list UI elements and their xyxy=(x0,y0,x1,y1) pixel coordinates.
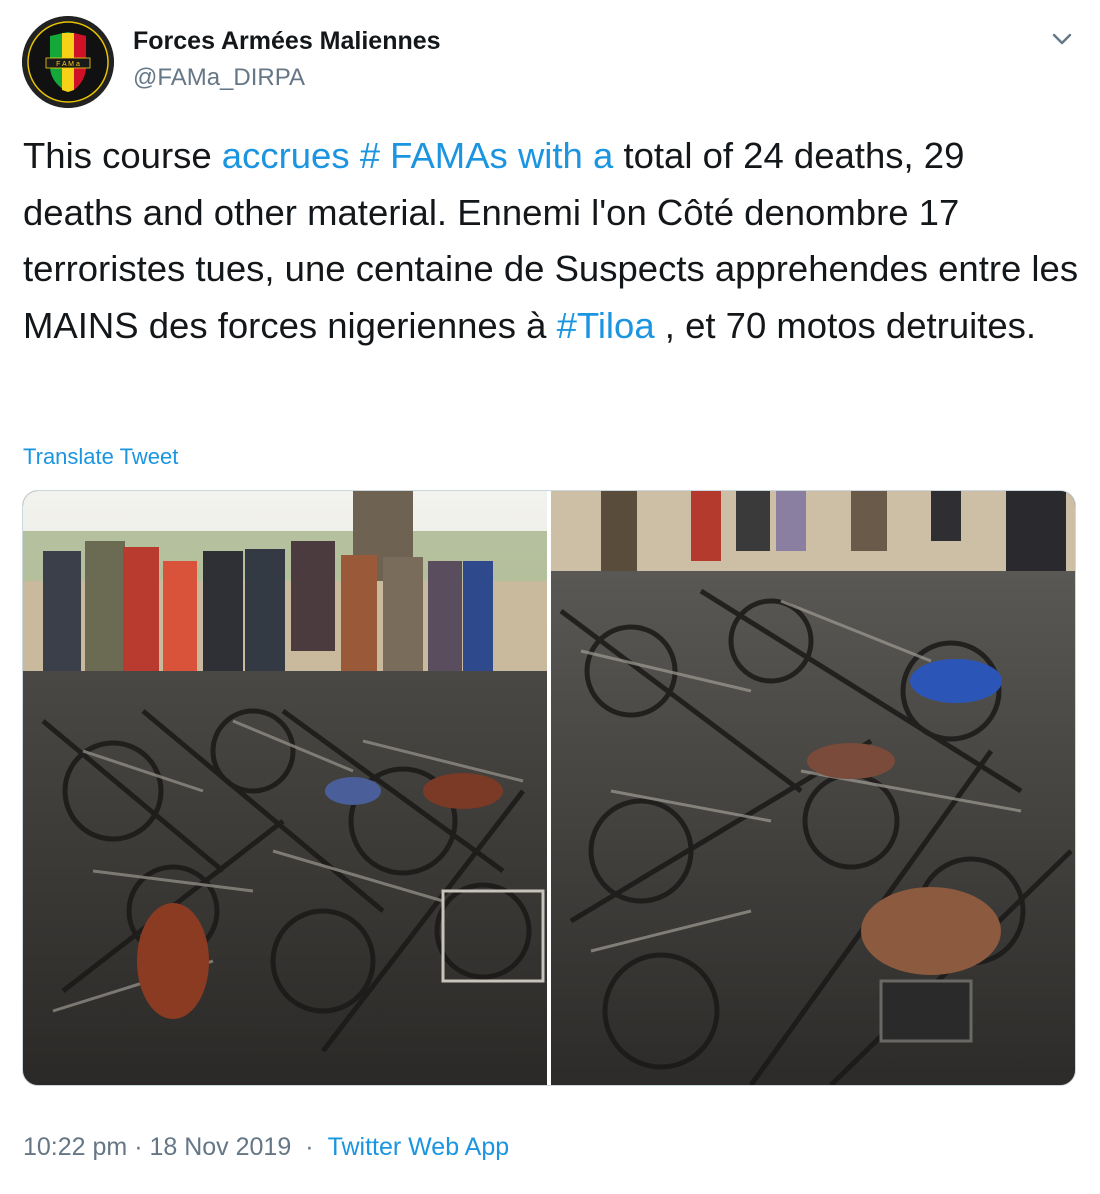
author-display-name[interactable]: Forces Armées Maliennes xyxy=(133,27,441,56)
text-segment: This course xyxy=(23,135,222,176)
tweet-source-link[interactable]: Twitter Web App xyxy=(328,1133,510,1161)
fama-logo: F A M a xyxy=(22,16,114,108)
tweet-time[interactable]: 10:22 pm xyxy=(23,1133,127,1161)
tweet-date[interactable]: 18 Nov 2019 xyxy=(149,1133,291,1161)
translate-tweet-link[interactable]: Translate Tweet xyxy=(23,444,178,470)
hashtag-link-famas[interactable]: accrues # FAMAs with a xyxy=(222,135,614,176)
text-segment: , et 70 motos detruites. xyxy=(654,304,1037,346)
burned-motorcycles-photo-2[interactable] xyxy=(551,491,1075,1085)
burned-motorcycles-photo-1[interactable] xyxy=(23,491,547,1085)
hashtag-link-tiloa[interactable]: #Tiloa xyxy=(557,305,655,346)
meta-separator: · xyxy=(305,1133,314,1161)
logo-text: F A M a xyxy=(56,61,80,68)
author-handle[interactable]: @FAMa_DIRPA xyxy=(133,64,305,92)
tweet-meta: 10:22 pm · 18 Nov 2019 · Twitter Web App xyxy=(23,1133,510,1161)
avatar[interactable]: F A M a xyxy=(22,16,114,108)
tweet-text: This course accrues # FAMAs with a total… xyxy=(23,128,1083,354)
media-grid xyxy=(22,490,1076,1086)
chevron-down-icon[interactable] xyxy=(1048,26,1076,52)
